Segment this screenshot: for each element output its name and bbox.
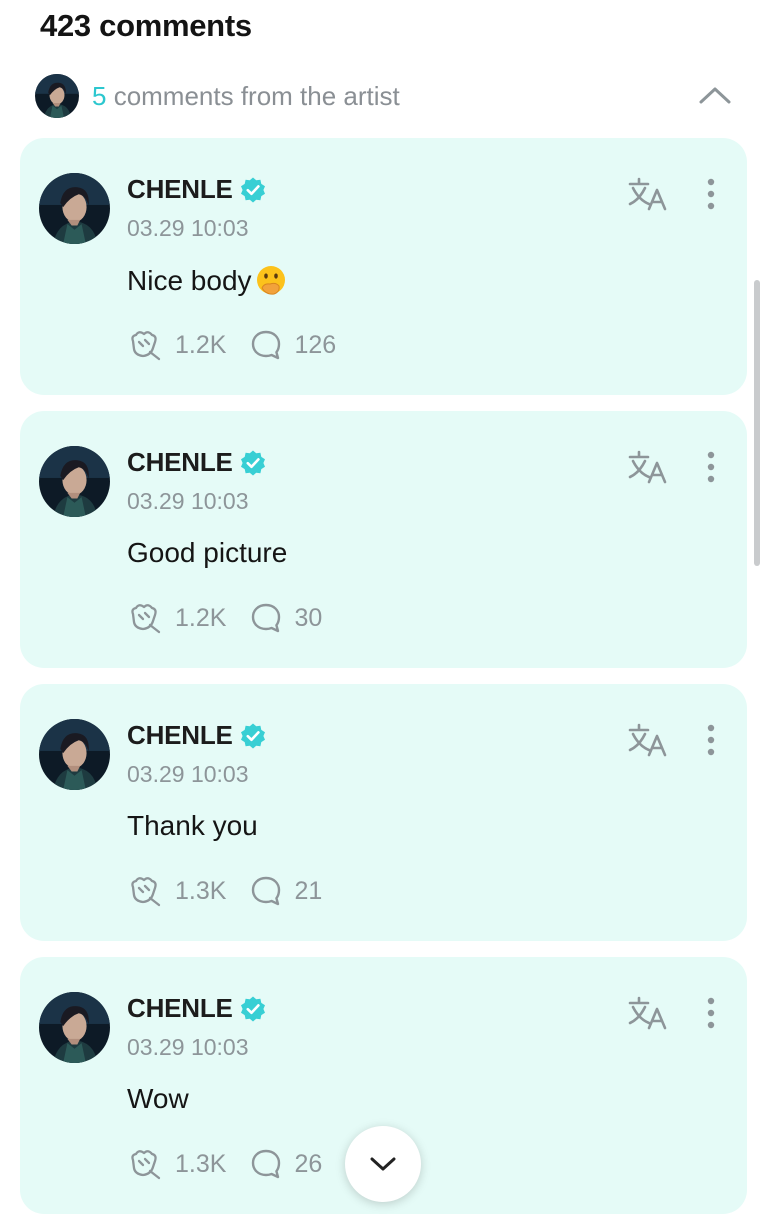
comment-timestamp: 03.29 10:03 [127, 761, 249, 787]
reply-count: 126 [294, 330, 337, 359]
translate-icon[interactable] [627, 995, 669, 1033]
avatar[interactable] [39, 719, 110, 790]
artist-comments-text: comments from the artist [106, 80, 400, 111]
translate-icon[interactable] [627, 722, 669, 760]
comment-actions: 1.3K 26 [127, 1147, 322, 1181]
comment-timestamp: 03.29 10:03 [127, 1034, 249, 1060]
like-count: 1.3K [175, 876, 227, 905]
author-line: CHENLE [127, 720, 267, 751]
comment-body: Nice body [127, 264, 288, 298]
reply-button[interactable]: 26 [250, 1148, 322, 1180]
verified-badge-icon [239, 176, 267, 204]
avatar[interactable] [39, 992, 110, 1063]
comment-text: Wow [127, 1083, 189, 1114]
more-vertical-icon[interactable] [697, 993, 725, 1033]
like-count: 1.2K [175, 330, 227, 359]
author-line: CHENLE [127, 174, 267, 205]
like-button[interactable]: 1.2K [127, 601, 226, 635]
reply-button[interactable]: 126 [250, 329, 336, 361]
comment-timestamp: 03.29 10:03 [127, 215, 249, 241]
translate-icon[interactable] [627, 449, 669, 487]
heart-hands-icon [127, 1147, 163, 1181]
author-name[interactable]: CHENLE [127, 447, 233, 478]
artist-comments-label: 5 comments from the artist [92, 81, 400, 112]
verified-badge-icon [239, 722, 267, 750]
like-count: 1.3K [175, 1149, 227, 1178]
heart-hands-icon [127, 874, 163, 908]
comment-body: Thank you [127, 810, 258, 842]
reply-count: 30 [294, 603, 323, 632]
speech-bubble-icon [250, 602, 282, 634]
scrollbar[interactable] [754, 280, 760, 566]
author-line: CHENLE [127, 993, 267, 1024]
like-count: 1.2K [175, 603, 227, 632]
more-vertical-icon[interactable] [697, 174, 725, 214]
comment-text: Good picture [127, 537, 288, 568]
chevron-down-icon [370, 1157, 396, 1171]
artist-comments-section[interactable]: 5 comments from the artist [35, 72, 735, 120]
speech-bubble-icon [250, 875, 282, 907]
face-with-hand-over-mouth-icon [256, 266, 285, 295]
author-line: CHENLE [127, 447, 267, 478]
reply-button[interactable]: 21 [250, 875, 322, 907]
reply-count: 21 [294, 876, 323, 905]
avatar[interactable] [39, 446, 110, 517]
comment-text: Nice body [127, 265, 252, 296]
speech-bubble-icon [250, 1148, 282, 1180]
more-vertical-icon[interactable] [697, 720, 725, 760]
artist-comments-count: 5 [92, 80, 107, 111]
comment-actions: 1.3K 21 [127, 874, 322, 908]
heart-hands-icon [127, 601, 163, 635]
comments-count-title: 423 comments [40, 8, 252, 43]
scroll-down-button[interactable] [345, 1126, 421, 1202]
reply-button[interactable]: 30 [250, 602, 322, 634]
translate-icon[interactable] [627, 176, 669, 214]
reply-count: 26 [294, 1149, 323, 1178]
comment-actions: 1.2K 30 [127, 601, 322, 635]
comment-text: Thank you [127, 810, 258, 841]
author-name[interactable]: CHENLE [127, 720, 233, 751]
verified-badge-icon [239, 995, 267, 1023]
artist-comment-card: CHENLE 03.29 10:03 Good picture 1.2K 30 [20, 411, 747, 668]
comment-body: Wow [127, 1083, 189, 1115]
comment-body: Good picture [127, 537, 287, 569]
comment-actions: 1.2K 126 [127, 328, 336, 362]
heart-hands-icon [127, 328, 163, 362]
verified-badge-icon [239, 449, 267, 477]
author-name[interactable]: CHENLE [127, 174, 233, 205]
avatar[interactable] [39, 173, 110, 244]
like-button[interactable]: 1.2K [127, 328, 226, 362]
more-vertical-icon[interactable] [697, 447, 725, 487]
chevron-up-icon[interactable] [695, 78, 735, 114]
like-button[interactable]: 1.3K [127, 1147, 226, 1181]
artist-comment-card: CHENLE 03.29 10:03 Nice body 1.2K 126 [20, 138, 747, 395]
speech-bubble-icon [250, 329, 282, 361]
author-name[interactable]: CHENLE [127, 993, 233, 1024]
comment-timestamp: 03.29 10:03 [127, 488, 249, 514]
artist-comment-card: CHENLE 03.29 10:03 Thank you 1.3K 21 [20, 684, 747, 941]
artist-avatar [35, 74, 79, 118]
like-button[interactable]: 1.3K [127, 874, 226, 908]
